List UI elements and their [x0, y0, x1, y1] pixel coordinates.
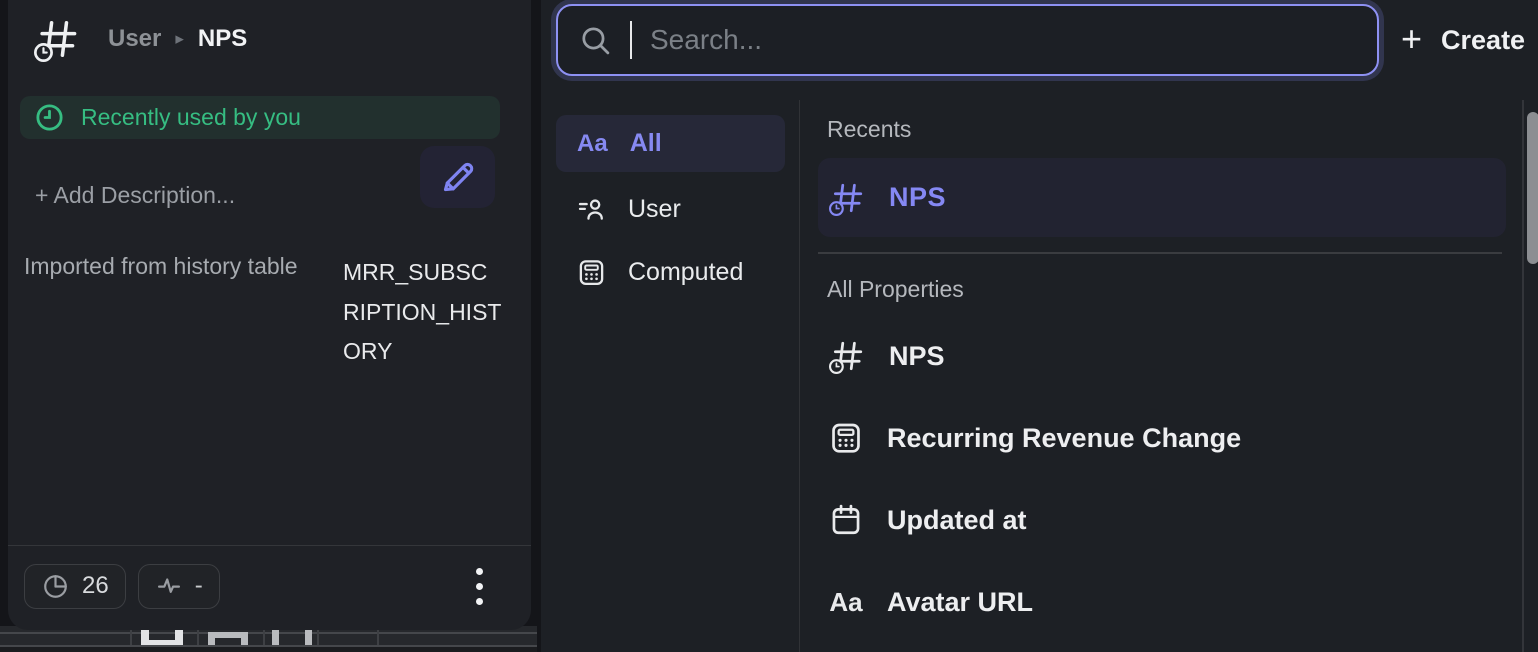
recent-item-nps[interactable]: NPS: [818, 158, 1506, 237]
numeric-property-clock-icon: [34, 16, 80, 62]
activity-button[interactable]: -: [138, 564, 220, 609]
divider: [799, 100, 800, 652]
text-aa-icon: Aa: [829, 587, 863, 618]
more-options-button[interactable]: [476, 568, 483, 605]
type-count-value: 26: [82, 572, 109, 600]
type-count-button[interactable]: 26: [24, 564, 126, 609]
breadcrumb-parent[interactable]: User: [108, 25, 161, 53]
property-item-recurring-revenue-change[interactable]: Recurring Revenue Change: [818, 414, 1506, 462]
calculator-icon: [577, 258, 606, 287]
text-aa-icon: Aa: [577, 130, 608, 158]
search-input[interactable]: [650, 24, 1377, 56]
pie-chart-icon: [41, 572, 70, 601]
property-header: User ▸ NPS: [34, 16, 247, 62]
filter-tab-label: All: [630, 129, 662, 158]
result-item-label: Recurring Revenue Change: [887, 423, 1241, 454]
property-item-nps[interactable]: NPS: [818, 332, 1506, 380]
create-button-label: Create: [1441, 25, 1525, 56]
property-footer-toolbar: 26 -: [8, 545, 531, 630]
user-list-icon: [577, 195, 606, 224]
imported-from-label: Imported from history table: [24, 253, 298, 280]
numeric-property-clock-icon: [829, 180, 865, 216]
recently-used-label: Recently used by you: [81, 104, 301, 131]
property-item-avatar-url[interactable]: Aa Avatar URL: [818, 578, 1506, 626]
filter-tab-all[interactable]: Aa All: [556, 115, 785, 172]
divider: [0, 647, 537, 652]
add-description-button[interactable]: + Add Description...: [35, 182, 235, 209]
pencil-icon: [438, 157, 478, 197]
numeric-property-clock-icon: [829, 338, 865, 374]
scrollbar-thumb[interactable]: [1527, 112, 1538, 264]
plus-icon: +: [1401, 21, 1422, 57]
imported-table-name: MRR_SUBSCRIPTION_HISTORY: [343, 253, 503, 372]
result-item-label: Updated at: [887, 505, 1027, 536]
search-bar: [556, 4, 1379, 76]
pulse-icon: [155, 572, 183, 600]
filter-tab-label: User: [628, 195, 681, 224]
calendar-icon: [829, 503, 863, 537]
property-item-updated-at[interactable]: Updated at: [818, 496, 1506, 544]
divider: [0, 632, 537, 634]
scrollbar-track[interactable]: [1522, 100, 1524, 652]
activity-value: -: [195, 572, 203, 600]
result-item-label: Avatar URL: [887, 587, 1033, 618]
filter-tab-computed[interactable]: Computed: [556, 249, 785, 295]
recently-used-badge: Recently used by you: [20, 96, 500, 139]
chevron-right-icon: ▸: [175, 29, 184, 49]
result-item-label: NPS: [889, 182, 946, 213]
calculator-icon: [829, 421, 863, 455]
filter-tab-user[interactable]: User: [556, 186, 785, 232]
recents-header: Recents: [827, 116, 911, 143]
text-cursor: [630, 21, 632, 59]
property-picker-panel: + Create Aa All User: [541, 0, 1538, 652]
edit-description-button[interactable]: [420, 146, 495, 208]
search-icon: [579, 24, 612, 57]
all-properties-header: All Properties: [827, 276, 964, 303]
result-item-label: NPS: [889, 341, 945, 372]
breadcrumb-current: NPS: [198, 25, 247, 53]
create-button[interactable]: + Create: [1401, 12, 1538, 68]
clock-icon: [34, 102, 65, 133]
divider: [818, 252, 1502, 254]
property-detail-panel: User ▸ NPS Recently used by you + Add De…: [8, 0, 531, 630]
filter-tab-label: Computed: [628, 258, 743, 287]
breadcrumb: User ▸ NPS: [108, 25, 247, 53]
